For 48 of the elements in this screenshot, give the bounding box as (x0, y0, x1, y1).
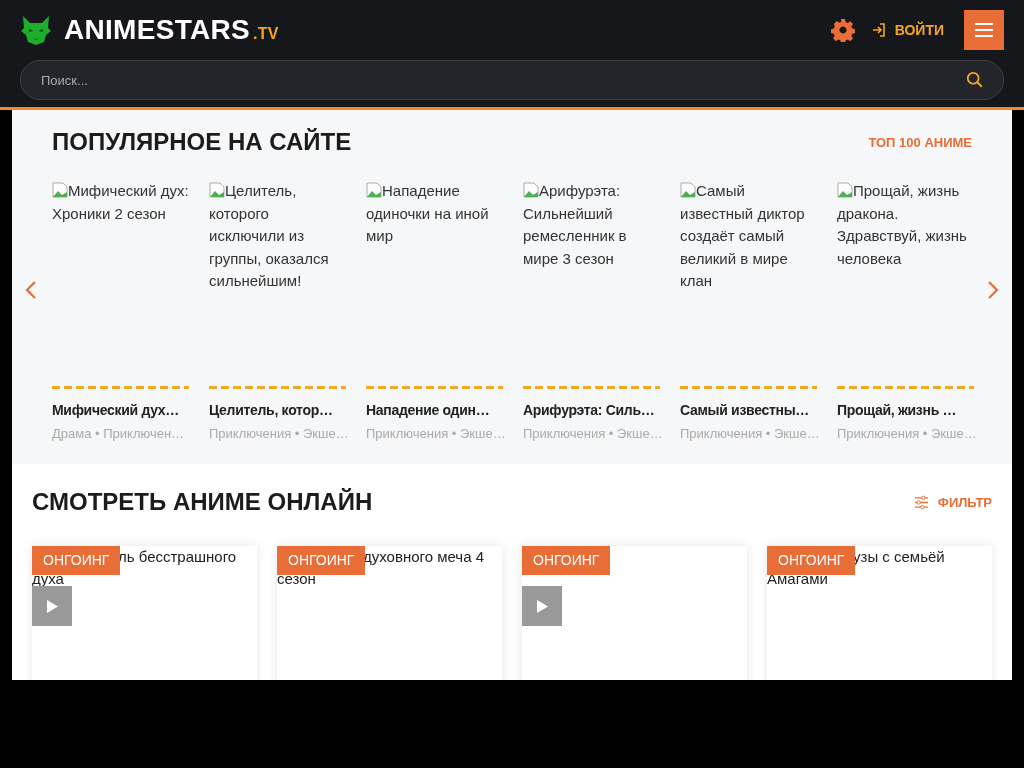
genre-list: Приключения • Экше… (366, 426, 503, 441)
broken-image-icon (837, 182, 853, 198)
search-field[interactable]: Поиск... (20, 60, 1004, 100)
sliders-icon (913, 494, 929, 510)
broken-image-alt[interactable]: Целитель, которого исключили из группы, оказался сильнейшим! (209, 180, 346, 386)
play-icon (46, 599, 58, 613)
genre-list: Приключения • Экше… (209, 426, 346, 441)
status-badge: ОНГОИНГ (277, 546, 366, 575)
menu-button[interactable] (964, 10, 1004, 50)
menu-icon (975, 23, 993, 37)
broken-image-icon (680, 182, 696, 198)
play-button[interactable] (522, 586, 562, 626)
chevron-left-icon[interactable] (25, 280, 37, 300)
login-button[interactable]: ВОЙТИ (870, 22, 944, 38)
genre-list: Приключения • Экше… (680, 426, 817, 441)
broken-image-alt[interactable]: Нападение одиночки на иной мир (366, 180, 503, 386)
settings-icon[interactable] (830, 18, 855, 42)
genre-list: Приключения • Экше… (523, 426, 660, 441)
site-logo[interactable]: ANIMESTARS.TV (64, 14, 279, 46)
anime-card[interactable]: ОНГОИНГ духовного меча 4 сезон (277, 546, 502, 680)
broken-image-icon (52, 182, 68, 198)
anime-title[interactable]: Самый известны… (680, 402, 810, 418)
section-title: СМОТРЕТЬ АНИМЕ ОНЛАЙН (32, 488, 373, 516)
anime-title[interactable]: Арифурэта: Силь… (523, 402, 655, 418)
search-icon[interactable] (966, 71, 984, 89)
login-icon (870, 22, 887, 38)
broken-image-icon (523, 182, 539, 198)
image-alt-text: духовного меча 4 (363, 547, 484, 567)
broken-image-icon (209, 182, 225, 198)
genre-list: Драма • Приключен… (52, 426, 189, 441)
anime-title[interactable]: Прощай, жизнь … (837, 402, 957, 418)
anime-title[interactable]: Целитель, котор… (209, 402, 333, 418)
anime-title[interactable]: Нападение один… (366, 402, 490, 418)
broken-image-alt[interactable]: Прощай, жизнь дракона. Здравствуй, жизнь человека (837, 180, 974, 386)
broken-image-alt[interactable]: Мифический дух: Хроники 2 сезон (52, 180, 189, 386)
status-badge: ОНГОИНГ (522, 546, 611, 575)
chevron-right-icon[interactable] (987, 280, 999, 300)
genre-list: Приключения • Экше… (837, 426, 974, 441)
status-badge: ОНГОИНГ (767, 546, 856, 575)
broken-image-alt[interactable]: Самый известный диктор создаёт самый великий в мире клан (680, 180, 817, 386)
play-button[interactable] (32, 586, 72, 626)
broken-image-alt[interactable]: Арифурэта: Сильнейший ремесленник в мире 3 сезон (523, 180, 660, 386)
section-title: ПОПУЛЯРНОЕ НА САЙТЕ (52, 128, 352, 156)
cat-logo-icon[interactable] (20, 14, 52, 46)
status-badge: ОНГОИНГ (32, 546, 121, 575)
play-icon (536, 599, 548, 613)
anime-title[interactable]: Мифический дух… (52, 402, 180, 418)
broken-image-icon (366, 182, 382, 198)
